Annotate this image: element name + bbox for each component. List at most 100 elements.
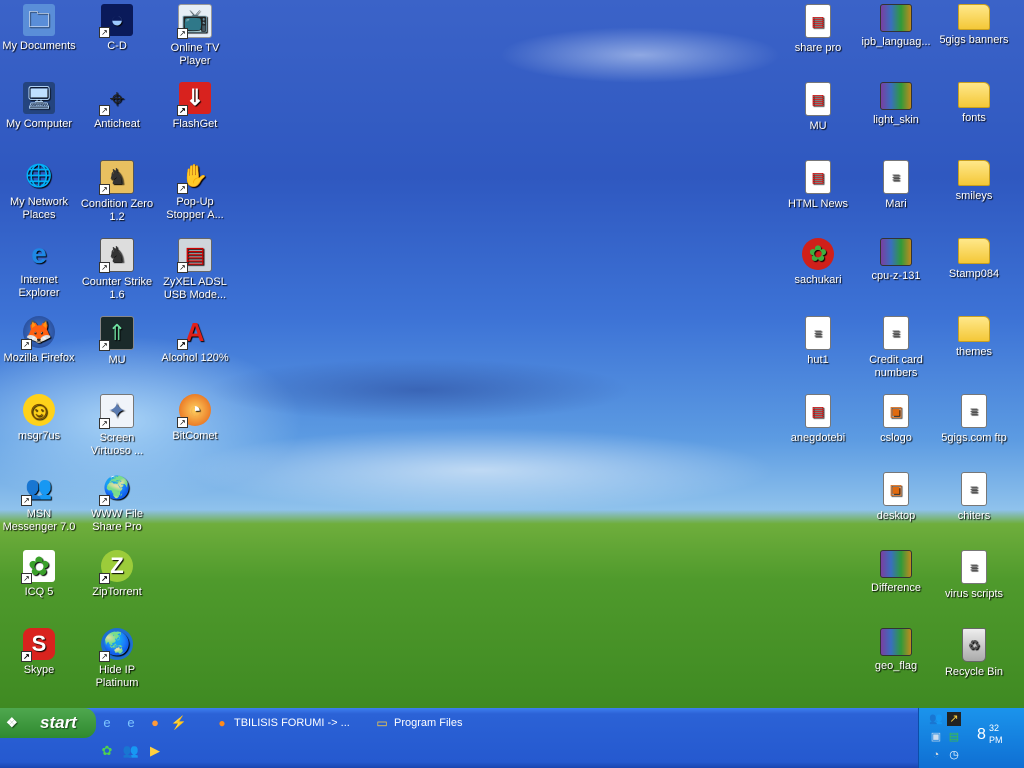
icon-label: Condition Zero 1.2 (80, 198, 154, 223)
firefox-quicklaunch-icon[interactable]: ● (146, 714, 164, 732)
desktop-icon-stamp084[interactable]: Stamp084 (935, 236, 1013, 281)
desktop-icon-msn-messenger[interactable]: 👥 ↗ MSN Messenger 7.0 (0, 470, 78, 534)
text-file-icon: ≡ (961, 394, 987, 428)
desktop-icon-my-network-places[interactable]: 🌐 My Network Places (0, 158, 78, 222)
clock-tray-icon[interactable]: ◷ (947, 748, 961, 762)
desktop-icon-themes[interactable]: themes (935, 314, 1013, 359)
icon-label: My Documents (2, 40, 76, 52)
desktop-icon-credit-card-numbers[interactable]: ≡ Credit card numbers (857, 314, 935, 380)
desktop-icon-5gigs-banners[interactable]: 5gigs banners (935, 2, 1013, 47)
desktop-icon-my-documents[interactable]: 🗀 My Documents (0, 2, 78, 53)
icon-label: MSN Messenger 7.0 (2, 508, 76, 533)
icq-quicklaunch-icon[interactable]: ✿ (98, 742, 116, 760)
desktop-icon-geo-flag[interactable]: geo_flag (857, 626, 935, 673)
desktop-icon-mu-game[interactable]: ⇑ ↗ MU (78, 314, 156, 367)
icon-label: FlashGet (172, 118, 218, 130)
volume-tray-icon[interactable]: ◔ (929, 748, 943, 762)
start-button[interactable]: ❖ start (0, 708, 96, 738)
text-file-icon: ≡ (883, 160, 909, 194)
rar-archive-icon (880, 238, 912, 266)
desktop-icon-light-skin[interactable]: light_skin (857, 80, 935, 127)
folder-icon (958, 82, 990, 108)
desktop-icon-internet-explorer[interactable]: e Internet Explorer (0, 236, 78, 300)
icon-label: themes (955, 346, 993, 358)
icon-label: Mari (885, 198, 907, 210)
modem-tray-icon[interactable]: ▤ (947, 730, 961, 744)
desktop-icon-my-computer[interactable]: 🖥 My Computer (0, 80, 78, 131)
flashget-icon: ⇓ ↗ (177, 82, 211, 116)
rar-archive-icon (880, 82, 912, 110)
taskbar-button-program-files[interactable]: ▭ Program Files (372, 712, 544, 734)
desktop-icon-mu-doc[interactable]: ▤ MU (779, 80, 857, 133)
recycle-bin-icon: ♻ (962, 628, 986, 662)
desktop-icon-share-pro[interactable]: ▤ share pro (779, 2, 857, 55)
media-player-quicklaunch-icon[interactable]: ▶ (146, 742, 164, 760)
desktop-icon-screen-virtuoso[interactable]: ✦ ↗ Screen Virtuoso ... (78, 392, 156, 458)
desktop-icon-recycle-bin[interactable]: ♻ Recycle Bin (935, 626, 1013, 679)
document-icon: ▤ (805, 394, 831, 428)
activity-tray-icon[interactable]: ↗ (947, 712, 961, 726)
desktop-icon-sachukari[interactable]: ✿ sachukari (779, 236, 857, 287)
desktop-icon-fonts[interactable]: fonts (935, 80, 1013, 125)
msn-quicklaunch-icon[interactable]: 👥 (122, 742, 140, 760)
icon-label: share pro (794, 42, 842, 54)
folder-icon (958, 316, 990, 342)
desktop-icon-icq5[interactable]: ✿ ↗ ICQ 5 (0, 548, 78, 599)
desktop-icon-skype[interactable]: S ↗ Skype (0, 626, 78, 677)
clock[interactable]: 8 32 PM (977, 723, 1003, 745)
rar-archive-icon (880, 4, 912, 32)
icon-label: virus scripts (944, 588, 1004, 600)
desktop-icon-cslogo[interactable]: ▣ cslogo (857, 392, 935, 445)
mu-icon: ⇑ ↗ (99, 316, 134, 351)
icon-label: cpu-z-131 (871, 270, 921, 282)
document-icon: ▤ (805, 82, 831, 116)
desktop-icon-smileys[interactable]: smileys (935, 158, 1013, 203)
desktop-icon-www-file-share[interactable]: 🌍 ↗ WWW File Share Pro (78, 470, 156, 534)
desktop-icon-mari[interactable]: ≡ Mari (857, 158, 935, 211)
desktop-icon-popup-stopper[interactable]: ✋ ↗ Pop-Up Stopper A... (156, 158, 234, 222)
desktop-icon-hide-ip[interactable]: 🌏 ↗ Hide IP Platinum (78, 626, 156, 690)
skype-icon: S ↗ (21, 628, 55, 662)
folder-icon: ▭ (376, 716, 388, 730)
ie-quicklaunch-icon[interactable]: e (122, 714, 140, 732)
desktop-icon-online-tv[interactable]: 📺 ↗ Online TV Player (156, 2, 234, 68)
taskbar-button-tbilisis-forumi[interactable]: ● TBILISIS FORUMI -> ... (212, 712, 384, 734)
desktop-icon-5gigs-ftp[interactable]: ≡ 5gigs.com ftp (935, 392, 1013, 445)
desktop-icon-cd[interactable]: ◒ ↗ C-D (78, 2, 156, 53)
desktop-icon-anegdotebi[interactable]: ▤ anegdotebi (779, 392, 857, 445)
desktop-icon-condition-zero[interactable]: ♞ ↗ Condition Zero 1.2 (78, 158, 156, 224)
desktop-icon-html-news[interactable]: ▤ HTML News (779, 158, 857, 211)
desktop-icon-cpu-z[interactable]: cpu-z-131 (857, 236, 935, 283)
network-users-tray-icon[interactable]: 👥 (929, 712, 943, 726)
icon-label: ICQ 5 (24, 586, 54, 598)
alcohol-icon: A ↗ (177, 316, 211, 350)
rar-archive-icon (880, 628, 912, 656)
icon-label: Alcohol 120% (161, 352, 229, 364)
icon-label: cslogo (880, 432, 912, 444)
desktop-icon-counter-strike[interactable]: ♞ ↗ Counter Strike 1.6 (78, 236, 156, 302)
desktop-icon-difference[interactable]: Difference (857, 548, 935, 595)
icon-label: ZipTorrent (92, 586, 142, 598)
icon-label: fonts (962, 112, 986, 124)
desktop-icon-bitcomet[interactable]: ◔ ↗ BitComet (156, 392, 234, 443)
desktop-icon-msgr7us[interactable]: ☺ msgr7us (0, 392, 78, 443)
icon-label: ipb_languag... (861, 36, 931, 48)
icon-label: geo_flag (874, 660, 918, 672)
desktop-icon-chiters[interactable]: ≡ chiters (935, 470, 1013, 523)
desktop-icon-ipb-language[interactable]: ipb_languag... (857, 2, 935, 49)
desktop-icon-anticheat[interactable]: ⌖ ↗ Anticheat (78, 80, 156, 131)
winamp-quicklaunch-icon[interactable]: ⚡ (170, 714, 188, 732)
icon-label: HTML News (787, 198, 849, 210)
desktop-icon-virus-scripts[interactable]: ≡ virus scripts (935, 548, 1013, 601)
desktop-icon-alcohol[interactable]: A ↗ Alcohol 120% (156, 314, 234, 365)
ie-quicklaunch-icon[interactable]: e (98, 714, 116, 732)
desktop-icon-zyxel[interactable]: ▤ ↗ ZyXEL ADSL USB Mode... (156, 236, 234, 302)
task-label: TBILISIS FORUMI -> ... (234, 717, 350, 729)
desktop-icon-desktop-image[interactable]: ▣ desktop (857, 470, 935, 523)
desktop-icon-ziptorrent[interactable]: Z ↗ ZipTorrent (78, 548, 156, 599)
desktop-icon-flashget[interactable]: ⇓ ↗ FlashGet (156, 80, 234, 131)
desktop-icon-hut1[interactable]: ≡ hut1 (779, 314, 857, 367)
desktop-icon-mozilla-firefox[interactable]: 🦊 ↗ Mozilla Firefox (0, 314, 78, 365)
popup-stopper-icon: ✋ ↗ (177, 160, 211, 194)
network-connection-tray-icon[interactable]: ▣ (929, 730, 943, 744)
